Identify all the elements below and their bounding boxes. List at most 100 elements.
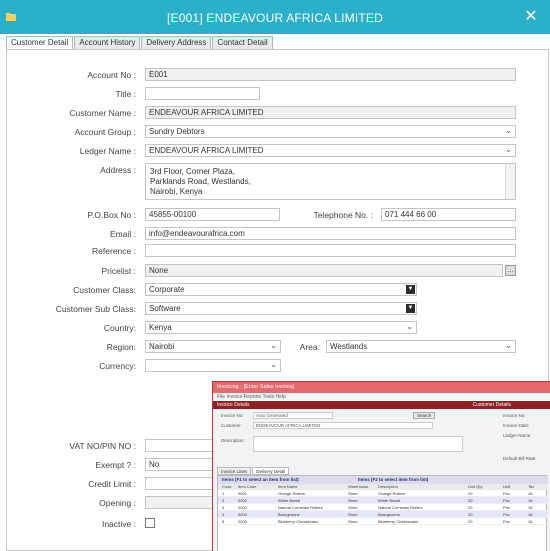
customer-name-field[interactable]: ENDEAVOUR AFRICA LIMITED — [145, 106, 516, 119]
vat-no-label: VAT NO/PIN NO : — [69, 441, 136, 451]
ov-cell: 20 — [468, 519, 473, 524]
customer-class-select[interactable]: Corporate ▼ — [145, 283, 417, 296]
ov-col-head: Unit — [503, 484, 511, 489]
ov-tab-invoice-lines[interactable]: Invoice Lines — [217, 467, 252, 475]
region-label: Region: — [106, 342, 136, 352]
customer-name-label: Customer Name : — [69, 108, 136, 118]
region-value: Nairobi — [149, 342, 175, 351]
ov-items-grid: Items (F1 to select an item from list) I… — [217, 475, 548, 551]
reference-label: Reference : — [92, 246, 136, 256]
chevron-down-icon[interactable]: ⌄ — [406, 322, 413, 331]
telephone-label: Telephone No. : — [313, 210, 373, 220]
title-bar: [E001] ENDEAVOUR AFRICA LIMITED ✕ — [0, 0, 550, 34]
inactive-checkbox[interactable] — [145, 518, 155, 528]
ov-col-head: Item Name — [278, 484, 298, 489]
ov-cell: 0002 — [238, 498, 247, 503]
tab-strip: Customer Detail Account History Delivery… — [6, 36, 274, 51]
ov-table-row[interactable]: 1 0001 Orange Rollers Store Orange Rolle… — [218, 490, 548, 497]
ov-description-field[interactable] — [253, 436, 463, 452]
tab-contact-detail[interactable]: Contact Detail — [212, 36, 273, 50]
address-textarea[interactable]: 3rd Floor, Corner Plaza, Parklands Road,… — [145, 163, 516, 200]
address-line: Nairobi, Kenya — [150, 187, 203, 196]
customer-sub-class-value: Software — [149, 304, 181, 313]
ov-search-button[interactable]: Search — [413, 412, 436, 419]
currency-label: Currency: — [99, 361, 136, 371]
address-scrollbar[interactable] — [505, 164, 515, 199]
country-value: Kenya — [149, 323, 172, 332]
region-select[interactable]: Nairobi ⌄ — [145, 340, 281, 353]
ov-cell: Store — [348, 505, 358, 510]
invoice-details-heading: Invoice Details — [217, 402, 250, 408]
ov-table-row[interactable]: 3 0003 Natural Cornelian Rollers Store N… — [218, 504, 548, 511]
customer-sub-class-select[interactable]: Software ▼ — [145, 302, 417, 315]
ov-invoice-no-field[interactable]: Auto Generated — [253, 412, 333, 419]
ov-right-label: Invoice No: — [503, 413, 526, 418]
ov-tab-delivery-detail[interactable]: Delivery Detail — [252, 467, 290, 475]
ov-invoice-no-label: Invoice No: — [221, 413, 244, 418]
ov-cell: 0003 — [238, 505, 247, 510]
chevron-down-icon[interactable]: ⌄ — [505, 145, 512, 154]
ov-cell: 5 — [222, 519, 225, 524]
reference-field[interactable] — [145, 244, 516, 257]
po-box-field[interactable]: 45855-00100 — [145, 208, 280, 221]
account-no-field[interactable]: E001 — [145, 68, 516, 81]
ov-table-row[interactable]: 2 0002 White Bread Store White Bread 20 … — [218, 497, 548, 504]
ledger-name-label: Ledger Name : — [79, 146, 136, 156]
ov-cell: Pcs — [503, 519, 510, 524]
telephone-field[interactable]: 071 444 66 00 — [381, 208, 516, 221]
ov-cell: Pcs — [503, 491, 510, 496]
close-button[interactable]: ✕ — [522, 8, 540, 26]
chevron-down-icon[interactable]: ⌄ — [270, 360, 277, 369]
account-group-select[interactable]: Sundry Debtors ⌄ — [145, 125, 516, 138]
ov-cell: 16 — [528, 505, 533, 510]
ledger-name-select[interactable]: ENDEAVOUR AFRICA LIMITED ⌄ — [145, 144, 516, 157]
ov-cell: 20 — [468, 491, 473, 496]
opening-field[interactable] — [145, 496, 215, 509]
ov-cell: Blueberry Cheesecake — [378, 519, 419, 524]
area-label: Area: — [299, 342, 320, 352]
ov-cell: Store — [348, 491, 358, 496]
exempt-select[interactable]: No — [145, 458, 215, 471]
credit-limit-field[interactable] — [145, 477, 215, 490]
ov-cell: Pcs — [503, 512, 510, 517]
window-title: [E001] ENDEAVOUR AFRICA LIMITED — [166, 11, 384, 25]
vat-no-field[interactable] — [145, 439, 215, 452]
ov-col-head: Warehouse — [348, 484, 369, 489]
ov-cell: 0004 — [238, 512, 247, 517]
opening-label: Opening : — [99, 498, 136, 508]
dropdown-icon[interactable]: ▼ — [406, 285, 415, 294]
exempt-label: Exempt ? : — [95, 460, 136, 470]
ov-cell: Bourgeonne — [278, 512, 300, 517]
ov-table-row[interactable]: 5 0005 Blueberry Cheesecake Store Bluebe… — [218, 518, 548, 525]
customer-class-label: Customer Class: — [73, 285, 136, 295]
chevron-down-icon[interactable]: ⌄ — [505, 126, 512, 135]
ov-grid-header: Items (F1 to select an item from list) I… — [218, 476, 548, 484]
ov-cell: 20 — [468, 512, 473, 517]
email-field[interactable]: info@endeavourafrica.com — [145, 227, 516, 240]
dropdown-icon[interactable]: ▼ — [406, 304, 415, 313]
ov-cell: 20 — [468, 505, 473, 510]
ov-cell: Natural Cornelian Rollers — [378, 505, 423, 510]
ledger-name-value: ENDEAVOUR AFRICA LIMITED — [149, 146, 264, 155]
title-field[interactable] — [145, 87, 260, 100]
ov-table-row[interactable]: 4 0004 Bourgeonne Store Bourgeonne 20 Pc… — [218, 511, 548, 518]
ov-col-head: Code — [222, 484, 232, 489]
currency-select[interactable]: ⌄ — [145, 359, 281, 372]
address-line: Parklands Road, Westlands, — [150, 177, 251, 186]
country-select[interactable]: Kenya ⌄ — [145, 321, 417, 334]
tab-account-history[interactable]: Account History — [74, 36, 141, 50]
pricelist-label: Pricelist : — [101, 266, 136, 276]
pricelist-field[interactable]: None — [145, 264, 503, 277]
pricelist-picker-button[interactable]: … — [505, 265, 516, 276]
chevron-down-icon[interactable]: ⌄ — [270, 341, 277, 350]
tab-delivery-address[interactable]: Delivery Address — [141, 36, 212, 50]
invoice-window-title: Invoicing - [Enter Sales Invoice] — [213, 382, 550, 393]
area-select[interactable]: Westlands ⌄ — [326, 340, 516, 353]
credit-limit-label: Credit Limit : — [88, 479, 136, 489]
account-group-value: Sundry Debtors — [149, 127, 205, 136]
ov-right-label: Ledger Name: — [503, 433, 532, 438]
chevron-down-icon[interactable]: ⌄ — [505, 341, 512, 350]
ov-cell: 4 — [222, 512, 225, 517]
invoice-menu-bar[interactable]: File Invoice Reports Tools Help — [213, 393, 550, 401]
ov-customer-field[interactable]: ENDEAVOUR AFRICA LIMITED — [253, 422, 433, 429]
